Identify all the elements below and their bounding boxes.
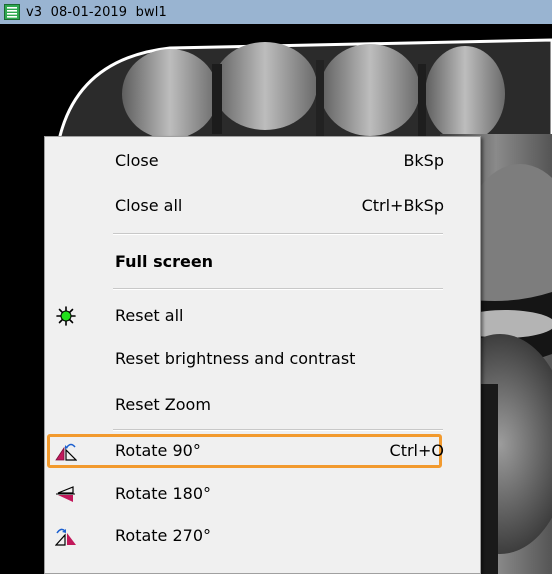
menu-item-label: Rotate 270° [115, 526, 212, 545]
menu-item-shortcut: Ctrl+BkSp [361, 196, 444, 215]
menu-item-rotate-270[interactable]: Rotate 270° [45, 521, 480, 551]
menu-item-label: Close [115, 151, 159, 170]
image-viewer-window: v3 08-01-2019 bwl1 Close BkSp Close all … [0, 0, 552, 574]
menu-item-label: Rotate 180° [115, 484, 212, 503]
menu-separator [113, 233, 443, 235]
menu-item-reset-zoom[interactable]: Reset Zoom [45, 390, 480, 420]
menu-item-shortcut: Ctrl+O [389, 441, 444, 460]
menu-item-label: Reset brightness and contrast [115, 349, 356, 368]
title-bar[interactable]: v3 08-01-2019 bwl1 [0, 0, 552, 24]
menu-item-label: Close all [115, 196, 183, 215]
menu-item-label: Reset all [115, 306, 184, 325]
menu-item-shortcut: BkSp [403, 151, 444, 170]
rotate-90-icon [55, 441, 77, 461]
menu-item-close[interactable]: Close BkSp [45, 146, 480, 176]
window-title: v3 08-01-2019 bwl1 [26, 4, 167, 20]
menu-item-label: Rotate 90° [115, 441, 201, 460]
menu-item-close-all[interactable]: Close all Ctrl+BkSp [45, 191, 480, 221]
green-sun-icon [55, 306, 77, 326]
menu-separator [113, 429, 443, 431]
list-window-icon [4, 4, 20, 20]
menu-item-full-screen[interactable]: Full screen [45, 247, 480, 277]
rotate-180-icon [55, 484, 77, 504]
menu-separator [113, 288, 443, 290]
menu-item-reset-all[interactable]: Reset all [45, 301, 480, 331]
menu-item-reset-brightness-contrast[interactable]: Reset brightness and contrast [45, 344, 480, 374]
context-menu: Close BkSp Close all Ctrl+BkSp Full scre… [44, 136, 481, 574]
menu-item-label: Full screen [115, 252, 214, 271]
menu-item-label: Reset Zoom [115, 395, 211, 414]
menu-item-rotate-90[interactable]: Rotate 90° Ctrl+O [45, 436, 480, 466]
menu-item-rotate-180[interactable]: Rotate 180° [45, 479, 480, 509]
rotate-270-icon [55, 526, 77, 546]
